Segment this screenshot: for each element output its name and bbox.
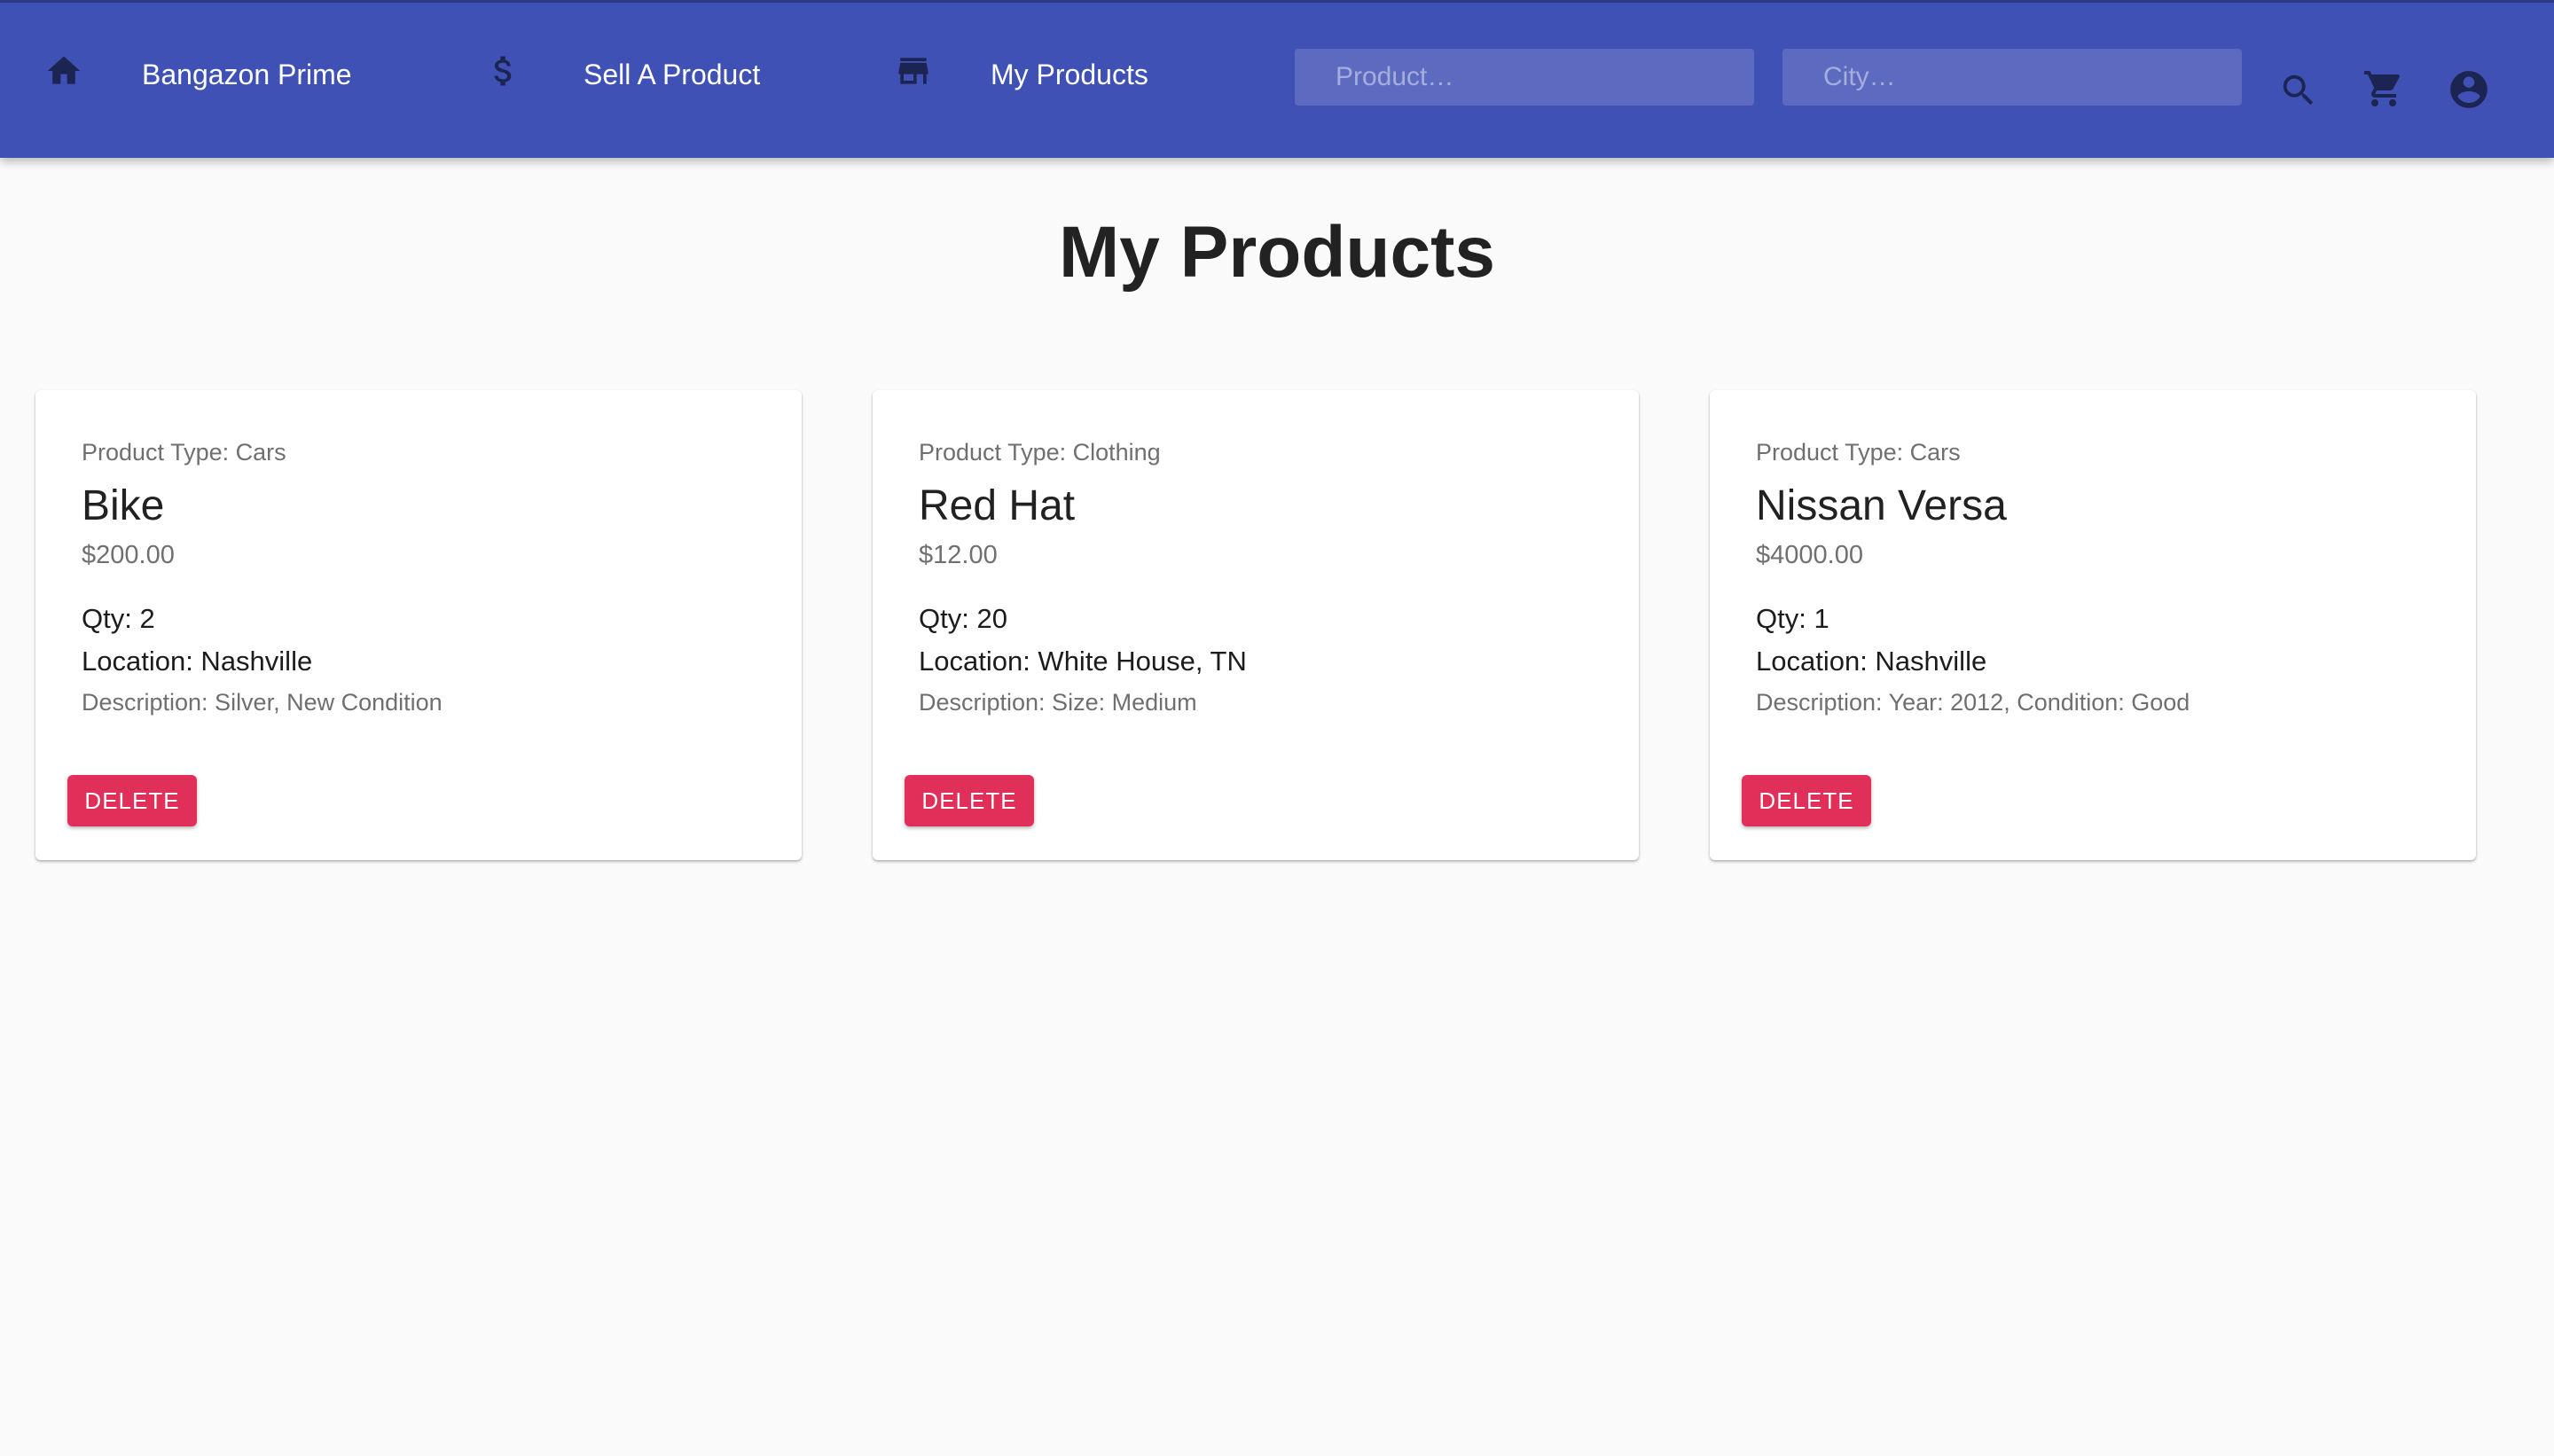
product-name: Bike xyxy=(82,482,165,529)
nav-sell-product-link[interactable]: Sell A Product xyxy=(584,59,760,91)
product-location: Location: White House, TN xyxy=(919,646,1247,677)
product-type: Product Type: Clothing xyxy=(919,439,1161,466)
product-search-input[interactable] xyxy=(1295,49,1754,106)
product-card: Product Type: Cars Nissan Versa $4000.00… xyxy=(1710,390,2476,860)
product-card: Product Type: Cars Bike $200.00 Qty: 2 L… xyxy=(35,390,802,860)
product-price: $4000.00 xyxy=(1756,541,1863,569)
product-price: $200.00 xyxy=(82,541,175,569)
product-location: Location: Nashville xyxy=(1756,646,1987,677)
search-icon[interactable] xyxy=(2272,64,2325,117)
product-description: Description: Silver, New Condition xyxy=(82,689,443,716)
delete-button[interactable]: DELETE xyxy=(67,775,197,826)
home-icon[interactable] xyxy=(37,44,90,98)
delete-button[interactable]: DELETE xyxy=(1742,775,1871,826)
nav-home-link[interactable]: Bangazon Prime xyxy=(142,59,352,91)
shopping-cart-icon[interactable] xyxy=(2357,62,2410,115)
product-name: Nissan Versa xyxy=(1756,482,2007,529)
product-location: Location: Nashville xyxy=(82,646,313,677)
product-card: Product Type: Clothing Red Hat $12.00 Qt… xyxy=(873,390,1639,860)
account-circle-icon[interactable] xyxy=(2442,63,2495,116)
app-bar: Bangazon Prime Sell A Product My Product… xyxy=(0,0,2554,158)
city-search-input[interactable] xyxy=(1782,49,2242,106)
nav-my-products-link[interactable]: My Products xyxy=(991,59,1148,91)
product-name: Red Hat xyxy=(919,482,1076,529)
delete-button[interactable]: DELETE xyxy=(905,775,1034,826)
product-quantity: Qty: 1 xyxy=(1756,603,1829,634)
product-type: Product Type: Cars xyxy=(1756,439,1961,466)
product-type: Product Type: Cars xyxy=(82,439,286,466)
page-title: My Products xyxy=(1058,212,1496,293)
store-icon[interactable] xyxy=(887,44,940,98)
dollar-icon[interactable] xyxy=(477,44,530,98)
product-quantity: Qty: 2 xyxy=(82,603,155,634)
product-quantity: Qty: 20 xyxy=(919,603,1007,634)
product-price: $12.00 xyxy=(919,541,998,569)
product-description: Description: Size: Medium xyxy=(919,689,1197,716)
product-description: Description: Year: 2012, Condition: Good xyxy=(1756,689,2190,716)
